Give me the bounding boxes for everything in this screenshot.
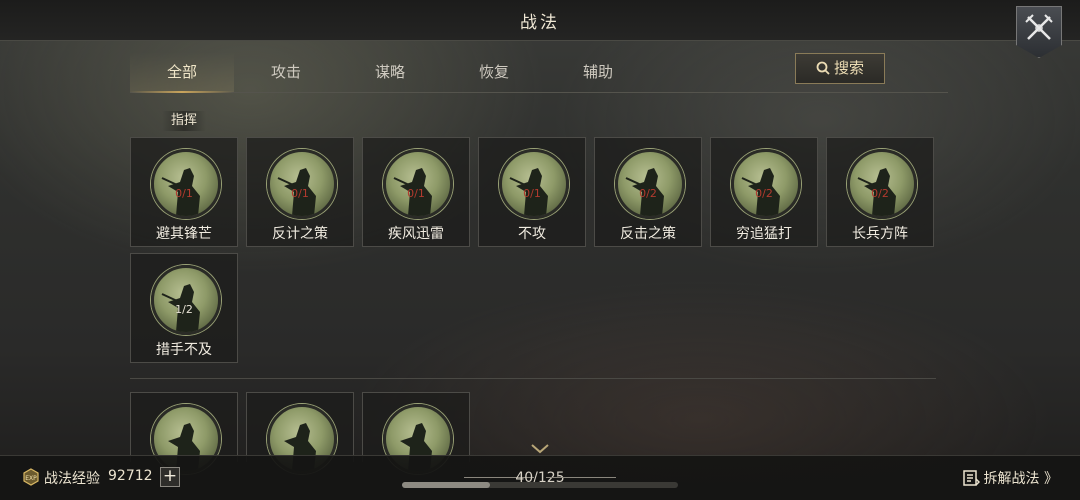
tab-strategy[interactable]: 谋略: [338, 52, 442, 92]
skill-count: 0/2: [755, 187, 773, 200]
page-line-right: [546, 477, 616, 478]
close-button[interactable]: [1016, 6, 1062, 58]
skill-card-partial[interactable]: [246, 392, 354, 474]
tab-support[interactable]: 辅助: [546, 52, 650, 92]
skill-card[interactable]: 0/1 不攻: [478, 137, 586, 247]
disassemble-button[interactable]: 拆解战法 》: [962, 468, 1058, 488]
skill-name: 长兵方阵: [852, 226, 908, 242]
top-bar: 战法: [0, 0, 1080, 41]
warrior-portrait-icon: [383, 149, 453, 219]
skill-count: 0/2: [639, 187, 657, 200]
search-icon: [816, 61, 830, 75]
skill-count: 0/1: [407, 187, 425, 200]
skill-name: 反计之策: [272, 226, 328, 242]
skill-name: 避其锋芒: [156, 226, 212, 242]
skill-card-partial[interactable]: [362, 392, 470, 474]
skill-card[interactable]: 0/2 穷追猛打: [710, 137, 818, 247]
skill-card[interactable]: 0/2 长兵方阵: [826, 137, 934, 247]
skill-count: 1/2: [175, 303, 193, 316]
skill-card[interactable]: 1/2 措手不及: [130, 253, 238, 363]
warrior-portrait-icon: [731, 149, 801, 219]
skill-count: 0/1: [523, 187, 541, 200]
warrior-portrait-icon: [499, 149, 569, 219]
skill-name: 不攻: [518, 226, 546, 242]
scroll-progress-fill: [402, 482, 491, 488]
skill-card-partial[interactable]: [130, 392, 238, 474]
tab-attack[interactable]: 攻击: [234, 52, 338, 92]
skill-card[interactable]: 0/1 疾风迅雷: [362, 137, 470, 247]
skill-card[interactable]: 0/1 避其锋芒: [130, 137, 238, 247]
bottom-bar: EXP 战法经验 92712 + 40/125 拆解战法 》: [0, 455, 1080, 500]
skill-count: 0/1: [175, 187, 193, 200]
warrior-portrait-icon: [847, 149, 917, 219]
search-label: 搜索: [833, 59, 864, 77]
disassemble-label: 拆解战法 》: [983, 471, 1058, 487]
skill-name: 反击之策: [620, 226, 676, 242]
search-button[interactable]: 搜索: [795, 53, 885, 84]
warrior-portrait-icon: [151, 149, 221, 219]
list-document-icon: [962, 470, 980, 486]
skill-card[interactable]: 0/1 反计之策: [246, 137, 354, 247]
skill-name: 措手不及: [156, 342, 212, 358]
warrior-portrait-icon: [615, 149, 685, 219]
scroll-down-chevron-icon: [531, 444, 549, 454]
warrior-portrait-icon: [267, 149, 337, 219]
skill-card[interactable]: 0/2 反击之策: [594, 137, 702, 247]
warrior-portrait-icon: [151, 265, 221, 335]
section-label-command: 指挥: [162, 111, 206, 131]
skill-name: 疾风迅雷: [388, 226, 444, 242]
tab-recovery[interactable]: 恢复: [442, 52, 546, 92]
section-divider: [130, 378, 936, 379]
skill-name: 穷追猛打: [736, 226, 792, 242]
skill-count: 0/2: [871, 187, 889, 200]
crossed-swords-icon: [1025, 14, 1053, 40]
scroll-progress-bar[interactable]: [402, 482, 678, 488]
tab-all[interactable]: 全部: [130, 52, 234, 93]
skill-count: 0/1: [291, 187, 309, 200]
page-title: 战法: [520, 13, 560, 33]
